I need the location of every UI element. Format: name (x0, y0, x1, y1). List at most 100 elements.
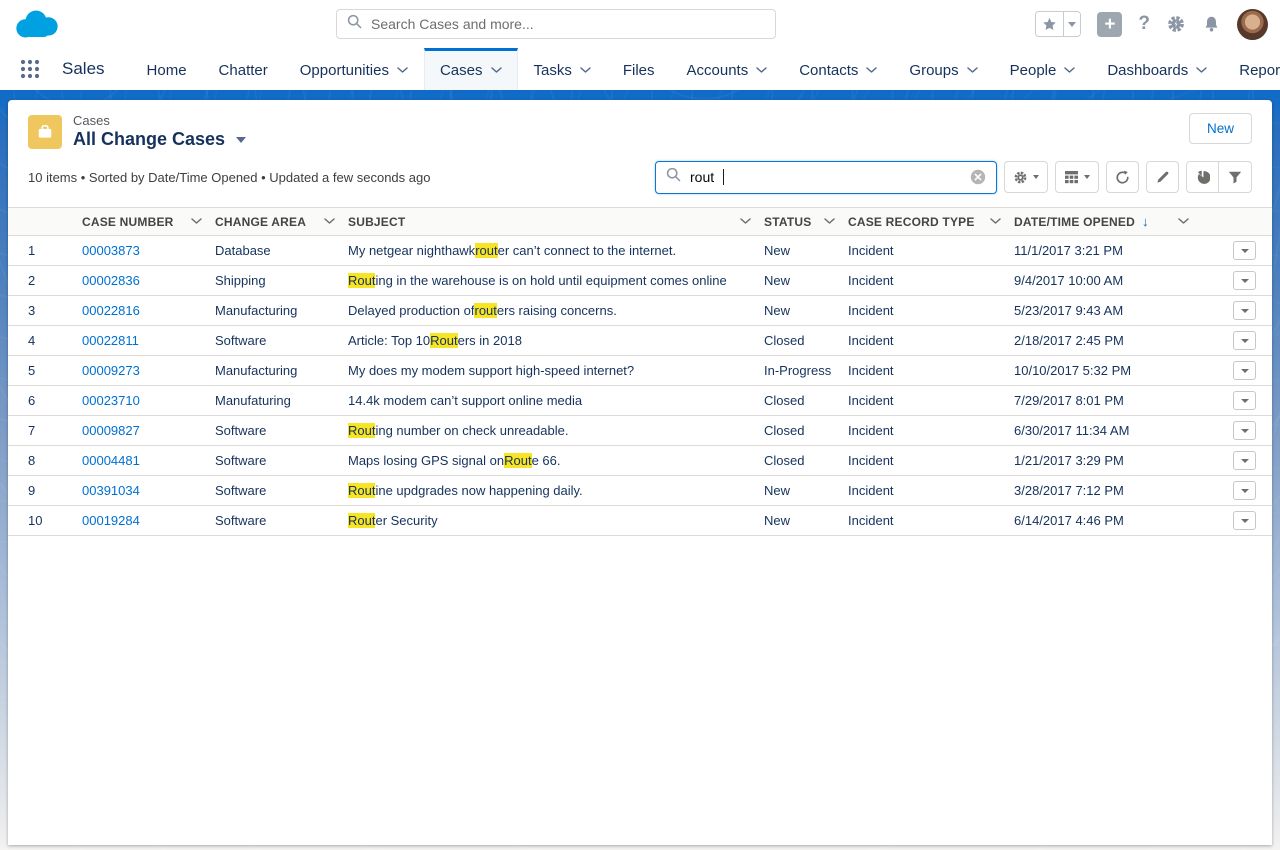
setup-gear-button[interactable] (1166, 14, 1186, 34)
chevron-down-icon (1084, 175, 1090, 179)
column-header-subject[interactable]: SUBJECT (348, 208, 764, 235)
case-number-link[interactable]: 00022811 (82, 333, 139, 348)
cell-row-actions (1202, 356, 1272, 385)
chevron-down-icon (491, 67, 502, 74)
column-header-case-record-type[interactable]: CASE RECORD TYPE (848, 208, 1014, 235)
list-view-selector-caret[interactable] (236, 137, 246, 143)
row-actions-button[interactable] (1233, 391, 1256, 410)
case-number-link[interactable]: 00009273 (82, 363, 140, 378)
global-search[interactable] (336, 9, 776, 39)
notifications-bell-button[interactable] (1202, 15, 1221, 34)
row-actions-button[interactable] (1233, 511, 1256, 530)
app-name: Sales (62, 59, 105, 79)
search-highlight: Rout (430, 333, 457, 348)
case-number-link[interactable]: 00019284 (82, 513, 140, 528)
table-row: 600023710Manufaturing14.4k modem can’t s… (8, 386, 1272, 416)
cell-date-time-opened: 6/14/2017 4:46 PM (1014, 506, 1202, 535)
inline-edit-button[interactable] (1146, 161, 1179, 193)
cell-row-actions (1202, 446, 1272, 475)
cell-case-record-type: Incident (848, 326, 1014, 355)
favorites-control (1035, 11, 1081, 37)
chevron-down-icon (1033, 175, 1039, 179)
cell-date-time-opened: 6/30/2017 11:34 AM (1014, 416, 1202, 445)
row-number: 4 (8, 326, 82, 355)
global-header: + ? (0, 0, 1280, 48)
column-header-case-number[interactable]: CASE NUMBER (82, 208, 215, 235)
row-actions-button[interactable] (1233, 421, 1256, 440)
row-actions-button[interactable] (1233, 241, 1256, 260)
row-actions-button[interactable] (1233, 361, 1256, 380)
chevron-down-icon (756, 67, 767, 74)
charts-button[interactable] (1186, 161, 1219, 193)
cell-status: New (764, 506, 848, 535)
tab-accounts[interactable]: Accounts (671, 48, 784, 90)
chevron-down-icon (324, 218, 335, 225)
global-search-input[interactable] (371, 16, 765, 32)
cell-case-record-type: Incident (848, 416, 1014, 445)
tab-home[interactable]: Home (131, 48, 203, 90)
text-cursor (723, 169, 724, 185)
favorites-dropdown-button[interactable] (1063, 12, 1080, 36)
cell-subject: 14.4k modem can’t support online media (348, 386, 764, 415)
search-highlight: rout (474, 303, 496, 318)
cell-row-actions (1202, 416, 1272, 445)
favorites-star-button[interactable] (1036, 12, 1063, 36)
global-actions-button[interactable]: + (1097, 12, 1122, 37)
caret-down-icon (1241, 249, 1249, 253)
tab-label: Accounts (687, 62, 749, 79)
row-actions-button[interactable] (1233, 481, 1256, 500)
column-header-date-time-opened[interactable]: DATE/TIME OPENED↓ (1014, 208, 1202, 235)
tab-opportunities[interactable]: Opportunities (284, 48, 424, 90)
cell-date-time-opened: 7/29/2017 8:01 PM (1014, 386, 1202, 415)
cell-subject: My does my modem support high-speed inte… (348, 356, 764, 385)
app-launcher-button[interactable] (18, 57, 42, 81)
row-actions-button[interactable] (1233, 451, 1256, 470)
tab-cases[interactable]: Cases (424, 48, 518, 90)
cell-case-number: 00004481 (82, 446, 215, 475)
list-search-input[interactable]: rout (655, 161, 997, 194)
tab-label: Cases (440, 62, 483, 79)
cell-subject: Routine updgrades now happening daily. (348, 476, 764, 505)
help-button[interactable]: ? (1138, 13, 1150, 35)
tab-people[interactable]: People (994, 48, 1092, 90)
new-button[interactable]: New (1189, 113, 1252, 144)
case-number-link[interactable]: 00022816 (82, 303, 140, 318)
row-actions-button[interactable] (1233, 301, 1256, 320)
tab-files[interactable]: Files (607, 48, 671, 90)
case-number-link[interactable]: 00391034 (82, 483, 140, 498)
cell-change-area: Software (215, 326, 348, 355)
tab-dashboards[interactable]: Dashboards (1091, 48, 1223, 90)
case-number-link[interactable]: 00023710 (82, 393, 140, 408)
global-header-actions: + ? (1035, 0, 1268, 48)
row-number: 5 (8, 356, 82, 385)
pencil-icon (1156, 170, 1170, 184)
filters-button[interactable] (1219, 161, 1252, 193)
gear-icon (1013, 170, 1028, 185)
case-number-link[interactable]: 00009827 (82, 423, 140, 438)
user-avatar[interactable] (1237, 9, 1268, 40)
refresh-button[interactable] (1106, 161, 1139, 193)
case-number-link[interactable]: 00002836 (82, 273, 140, 288)
column-header-change-area[interactable]: CHANGE AREA (215, 208, 348, 235)
tab-tasks[interactable]: Tasks (518, 48, 607, 90)
case-number-link[interactable]: 00004481 (82, 453, 140, 468)
tab-chatter[interactable]: Chatter (203, 48, 284, 90)
search-highlight: Rout (348, 423, 375, 438)
tab-reports[interactable]: Reports (1223, 48, 1280, 90)
cell-case-number: 00391034 (82, 476, 215, 505)
row-actions-button[interactable] (1233, 331, 1256, 350)
cell-case-record-type: Incident (848, 356, 1014, 385)
pie-chart-icon (1195, 170, 1210, 185)
chevron-down-icon (1196, 67, 1207, 74)
tab-groups[interactable]: Groups (893, 48, 993, 90)
cell-case-record-type: Incident (848, 506, 1014, 535)
cell-subject: Router Security (348, 506, 764, 535)
row-actions-button[interactable] (1233, 271, 1256, 290)
clear-search-button[interactable] (970, 169, 986, 185)
list-view-controls-button[interactable] (1004, 161, 1048, 193)
tab-contacts[interactable]: Contacts (783, 48, 893, 90)
column-header-status[interactable]: STATUS (764, 208, 848, 235)
row-number: 6 (8, 386, 82, 415)
case-number-link[interactable]: 00003873 (82, 243, 140, 258)
display-as-button[interactable] (1055, 161, 1099, 193)
